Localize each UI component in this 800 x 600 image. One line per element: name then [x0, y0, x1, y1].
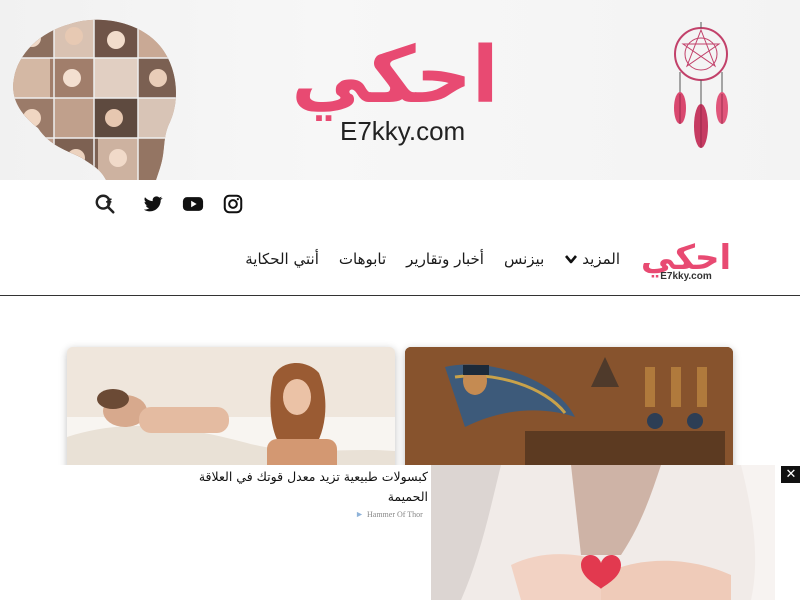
nav-logo[interactable]: احكي E7kky.com — [640, 240, 732, 284]
nav-item-taboos[interactable]: تابوهات — [339, 250, 386, 268]
nav-item-business[interactable]: بيزنس — [504, 250, 544, 268]
youtube-icon[interactable] — [182, 193, 204, 217]
dreamcatcher-illustration — [674, 22, 728, 148]
banner-logo-arabic: احكي — [291, 31, 500, 121]
banner-logo[interactable]: احكي E7kky.com — [270, 34, 520, 154]
ad-source-label: Hammer Of Thor — [367, 510, 423, 519]
ad-image[interactable] — [431, 465, 775, 600]
ad-headline[interactable]: كبسولات طبيعية تزيد معدل قوتك في العلاقة… — [198, 467, 428, 507]
nav-item-more-label: المزيد — [582, 250, 620, 268]
woman-silhouette-collage-image — [13, 19, 176, 180]
pharaonic-papyrus-image — [405, 347, 733, 477]
twitter-icon[interactable] — [142, 193, 164, 217]
nav-item-news-reports[interactable]: أخبار وتقارير — [406, 250, 484, 268]
article-card-pharaonic[interactable] — [405, 347, 733, 477]
main-navigation: احكي E7kky.com أنتي الحكاية تابوهات أخبا… — [0, 236, 800, 296]
nav-item-more[interactable]: المزيد — [564, 250, 620, 268]
nav-item-anti-alhikaya[interactable]: أنتي الحكاية — [245, 250, 319, 268]
ad-source[interactable]: Hammer Of Thor — [356, 510, 423, 519]
chevron-down-icon — [565, 255, 578, 264]
couple-in-bed-image — [67, 347, 395, 477]
play-arrow-icon — [356, 511, 363, 518]
banner-logo-domain: E7kky.com — [340, 116, 466, 146]
hands-holding-heart-image — [431, 465, 775, 600]
svg-text:f: f — [106, 198, 112, 213]
ad-close-button[interactable]: ✕ — [781, 466, 800, 483]
search-icon[interactable]: f — [94, 193, 116, 217]
header-banner: احكي E7kky.com — [0, 0, 800, 180]
article-card-couple[interactable] — [67, 347, 395, 477]
sponsored-ad-banner[interactable]: كبسولات طبيعية تزيد معدل قوتك في العلاقة… — [0, 465, 800, 600]
instagram-icon[interactable] — [222, 193, 244, 217]
nav-divider — [0, 295, 800, 296]
nav-menu: أنتي الحكاية تابوهات أخبار وتقارير بيزنس… — [245, 250, 620, 268]
